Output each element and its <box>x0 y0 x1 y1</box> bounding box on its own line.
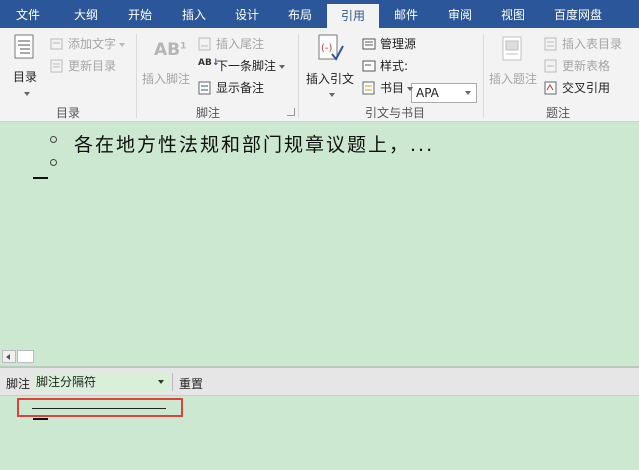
next-footnote-button[interactable]: AB↓ 下一条脚注 <box>198 56 286 76</box>
group-label-toc: 目录 <box>55 106 80 120</box>
paragraph-end-mark <box>33 418 48 420</box>
horizontal-scrollbar[interactable] <box>0 349 639 364</box>
svg-text:(-): (-) <box>321 43 333 54</box>
add-text-button[interactable]: 添加文字 <box>50 34 126 54</box>
group-divider <box>298 34 299 118</box>
insert-caption-label: 插入题注 <box>488 72 537 86</box>
list-bullet-icon <box>50 136 57 143</box>
footnote-view-value: 脚注分隔符 <box>36 375 97 389</box>
scroll-left-icon[interactable] <box>2 350 16 363</box>
bibliography-label: 书目 <box>380 81 405 95</box>
footnote-view-select[interactable]: 脚注分隔符 <box>34 373 170 391</box>
update-toc-label: 更新目录 <box>68 59 117 73</box>
citation-style-select[interactable]: APA <box>411 83 477 103</box>
cross-reference-label: 交叉引用 <box>562 81 611 95</box>
footnote-dialog-launcher-icon[interactable] <box>287 108 295 116</box>
chevron-down-icon <box>407 86 414 91</box>
show-notes-button[interactable]: 显示备注 <box>198 78 264 98</box>
footnote-pane-toolbar: 脚注 脚注分隔符 重置 <box>0 368 639 396</box>
tab-references[interactable]: 引用 <box>327 4 379 28</box>
update-toc-icon <box>50 59 63 73</box>
style-label-group: 样式: <box>362 56 408 76</box>
toolbar-divider <box>172 373 173 391</box>
manage-sources-label: 管理源 <box>380 37 417 51</box>
footnote-separator-line[interactable] <box>32 408 166 409</box>
insert-footnote-button[interactable]: AB1 插入脚注 <box>140 32 192 100</box>
ribbon-tab-bar: 文件 大纲 开始 插入 设计 布局 引用 邮件 审阅 视图 百度网盘 <box>0 0 639 28</box>
footnote-pane-label: 脚注 <box>6 377 31 391</box>
table-of-contents-icon <box>14 34 34 59</box>
toc-label: 目录 <box>12 70 37 84</box>
citation-style-value: APA <box>416 86 439 100</box>
add-text-icon <box>50 38 63 50</box>
bibliography-icon <box>362 81 375 95</box>
tab-outline[interactable]: 大纲 <box>66 0 106 28</box>
tab-mailings[interactable]: 邮件 <box>386 0 426 28</box>
insert-table-of-figures-button[interactable]: 插入表目录 <box>544 34 622 54</box>
manage-sources-button[interactable]: 管理源 <box>362 34 416 54</box>
reset-button[interactable]: 重置 <box>179 375 203 392</box>
tab-layout[interactable]: 布局 <box>280 0 320 28</box>
update-table-button[interactable]: 更新表格 <box>544 56 610 76</box>
update-table-label: 更新表格 <box>562 59 611 73</box>
tab-home[interactable]: 开始 <box>120 0 160 28</box>
chevron-down-icon <box>465 91 471 95</box>
insert-caption-button[interactable]: 插入题注 <box>486 32 540 100</box>
add-text-label: 添加文字 <box>68 37 117 51</box>
tab-design[interactable]: 设计 <box>227 0 267 28</box>
bibliography-button[interactable]: 书目 <box>362 78 414 98</box>
tab-file[interactable]: 文件 <box>8 0 48 28</box>
tab-review[interactable]: 审阅 <box>440 0 480 28</box>
chevron-down-icon <box>279 64 286 69</box>
cross-reference-icon <box>544 81 557 95</box>
group-divider <box>136 34 137 118</box>
group-label-captions: 题注 <box>545 106 570 120</box>
next-footnote-icon: AB↓ <box>198 58 220 68</box>
manage-sources-icon <box>362 38 376 50</box>
insert-citation-icon: (-) <box>318 34 344 61</box>
footnote-ab-icon: AB1 <box>154 40 187 60</box>
endnote-icon <box>198 37 211 51</box>
list-bullet-icon <box>50 159 57 166</box>
document-text-line[interactable]: 各在地方性法规和部门规章议题上，... <box>74 130 434 157</box>
chevron-down-icon <box>23 91 30 96</box>
group-label-citations: 引文与书目 <box>364 106 425 120</box>
insert-caption-icon <box>502 36 522 61</box>
table-of-figures-icon <box>544 37 557 51</box>
chevron-down-icon <box>328 92 335 97</box>
chevron-down-icon <box>158 380 164 384</box>
tab-baidu-netdisk[interactable]: 百度网盘 <box>546 0 610 28</box>
insert-citation-label: 插入引文 <box>305 72 354 86</box>
next-footnote-label: 下一条脚注 <box>216 59 277 73</box>
tab-view[interactable]: 视图 <box>493 0 533 28</box>
style-icon <box>362 60 376 72</box>
update-table-icon <box>544 59 557 73</box>
insert-endnote-label: 插入尾注 <box>216 37 265 51</box>
group-divider <box>483 34 484 118</box>
insert-endnote-button[interactable]: 插入尾注 <box>198 34 264 54</box>
ribbon-references: 目录 添加文字 更新目录 目录 AB1 插入脚注 插入尾注 AB↓ 下一条脚注 … <box>0 28 639 122</box>
style-label: 样式: <box>380 59 409 73</box>
cross-reference-button[interactable]: 交叉引用 <box>544 78 610 98</box>
scroll-thumb[interactable] <box>17 350 34 363</box>
paragraph-end-mark <box>33 177 48 179</box>
show-notes-icon <box>198 81 211 95</box>
insert-citation-button[interactable]: (-) 插入引文 <box>302 32 358 100</box>
update-toc-button[interactable]: 更新目录 <box>50 56 116 76</box>
group-label-footnotes: 脚注 <box>195 106 220 120</box>
insert-footnote-label: 插入脚注 <box>141 72 190 86</box>
insert-table-of-figures-label: 插入表目录 <box>562 37 623 51</box>
show-notes-label: 显示备注 <box>216 81 265 95</box>
tab-insert[interactable]: 插入 <box>174 0 214 28</box>
toc-button[interactable]: 目录 <box>4 32 46 100</box>
